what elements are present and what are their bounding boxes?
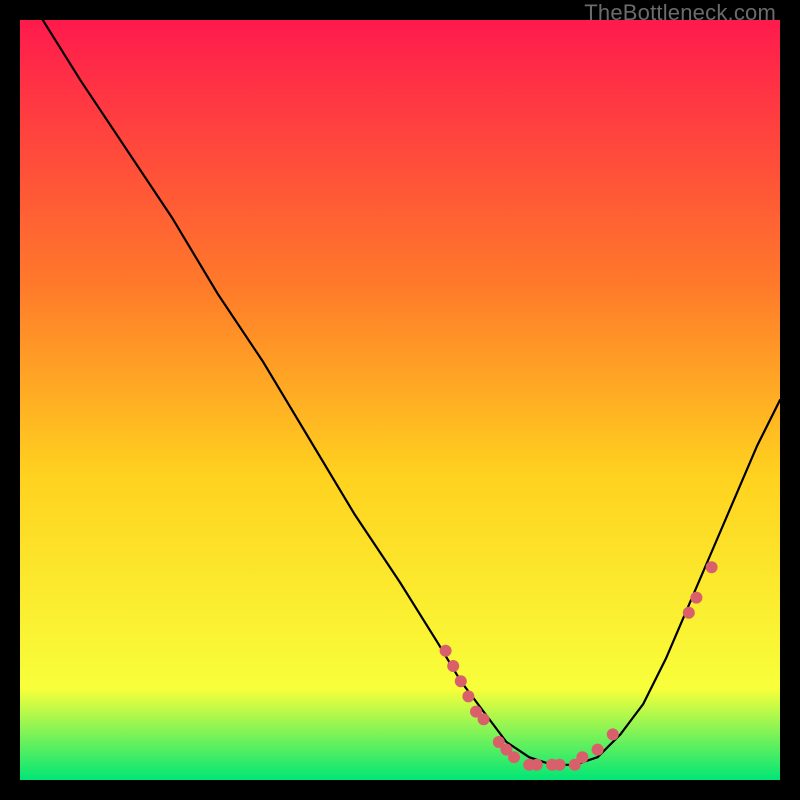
chart-frame: [20, 20, 780, 780]
watermark-text: TheBottleneck.com: [584, 0, 776, 26]
marker-point: [690, 592, 702, 604]
marker-point: [554, 759, 566, 771]
chart-svg: [20, 20, 780, 780]
gradient-background: [20, 20, 780, 780]
marker-point: [607, 728, 619, 740]
marker-point: [683, 607, 695, 619]
marker-point: [478, 713, 490, 725]
marker-point: [440, 645, 452, 657]
marker-point: [592, 744, 604, 756]
marker-point: [508, 751, 520, 763]
marker-point: [462, 690, 474, 702]
marker-point: [706, 561, 718, 573]
marker-point: [447, 660, 459, 672]
marker-point: [455, 675, 467, 687]
marker-point: [531, 759, 543, 771]
marker-point: [576, 751, 588, 763]
